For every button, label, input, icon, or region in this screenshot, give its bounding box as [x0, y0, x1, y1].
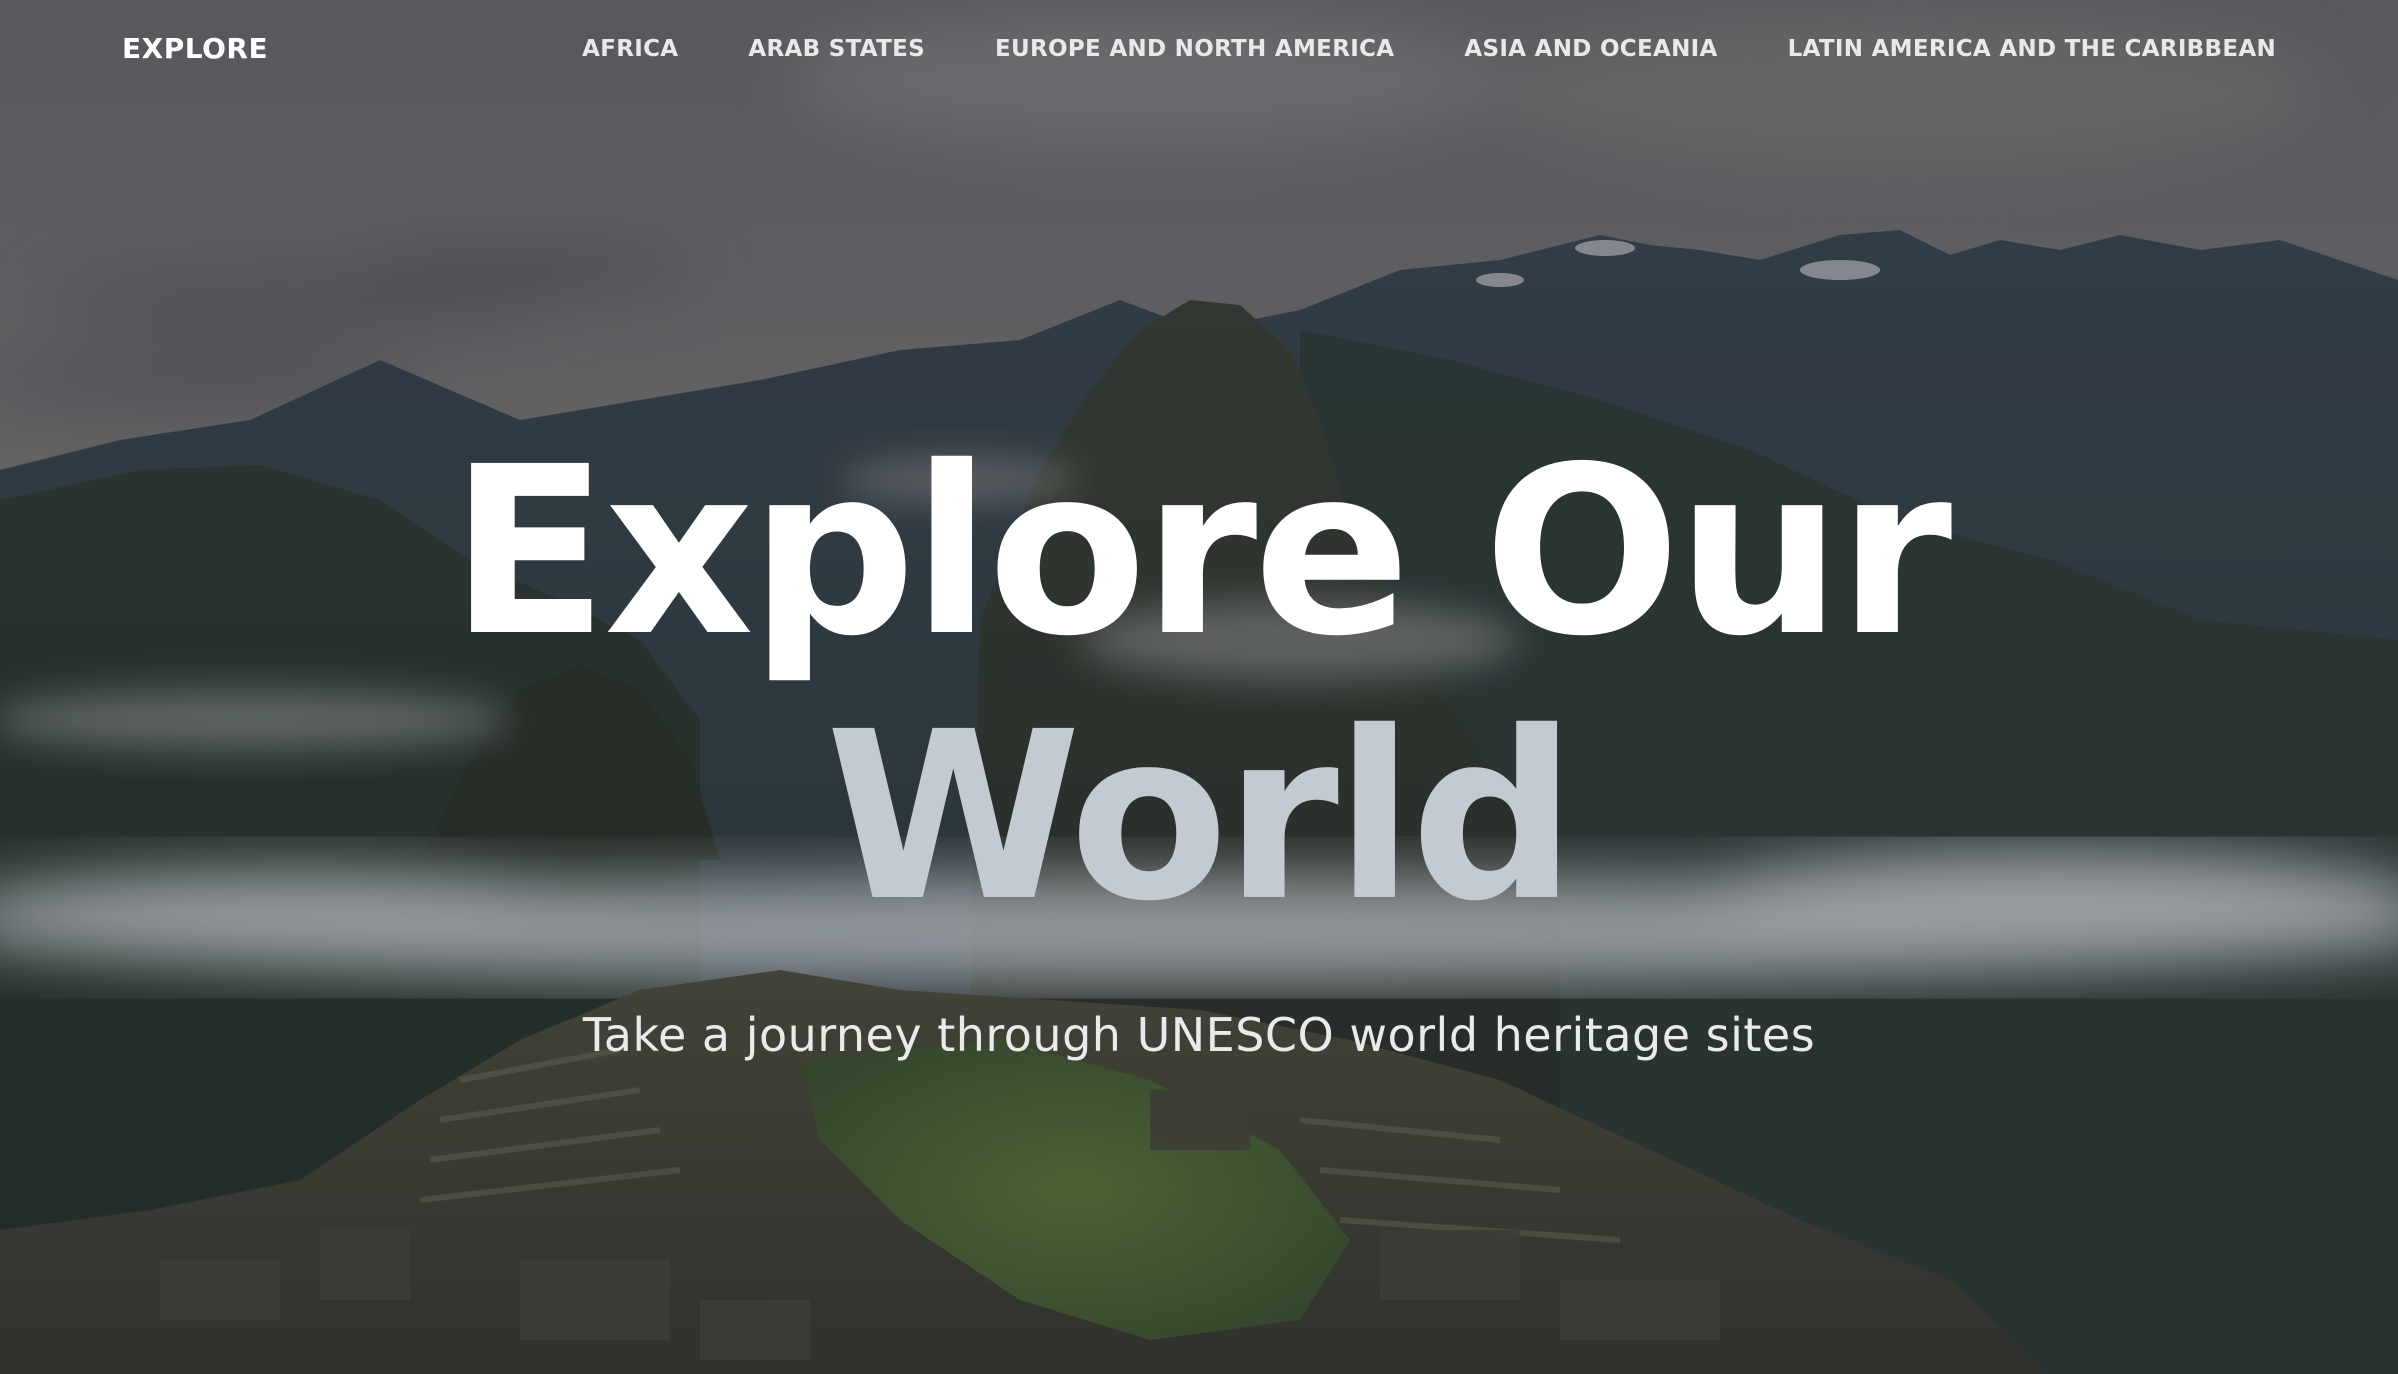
nav-link-asia-oceania[interactable]: ASIA AND OCEANIA: [1464, 36, 1717, 62]
hero-subtitle: Take a journey through UNESCO world heri…: [582, 1008, 1816, 1062]
nav-link-latin-america-caribbean[interactable]: LATIN AMERICA AND THE CARIBBEAN: [1788, 36, 2276, 62]
nav-link-africa[interactable]: AFRICA: [582, 36, 678, 62]
nav-link-arab-states[interactable]: ARAB STATES: [748, 36, 925, 62]
hero-title: Explore Our World: [0, 420, 2398, 950]
hero-title-line-2: World: [825, 682, 1576, 952]
top-navigation: EXPLORE AFRICA ARAB STATES EUROPE AND NO…: [0, 0, 2398, 100]
region-nav: AFRICA ARAB STATES EUROPE AND NORTH AMER…: [582, 36, 2276, 62]
hero-title-line-1: Explore Our: [449, 417, 1952, 687]
logo-link[interactable]: EXPLORE: [122, 32, 268, 65]
nav-link-europe-north-america[interactable]: EUROPE AND NORTH AMERICA: [995, 36, 1394, 62]
